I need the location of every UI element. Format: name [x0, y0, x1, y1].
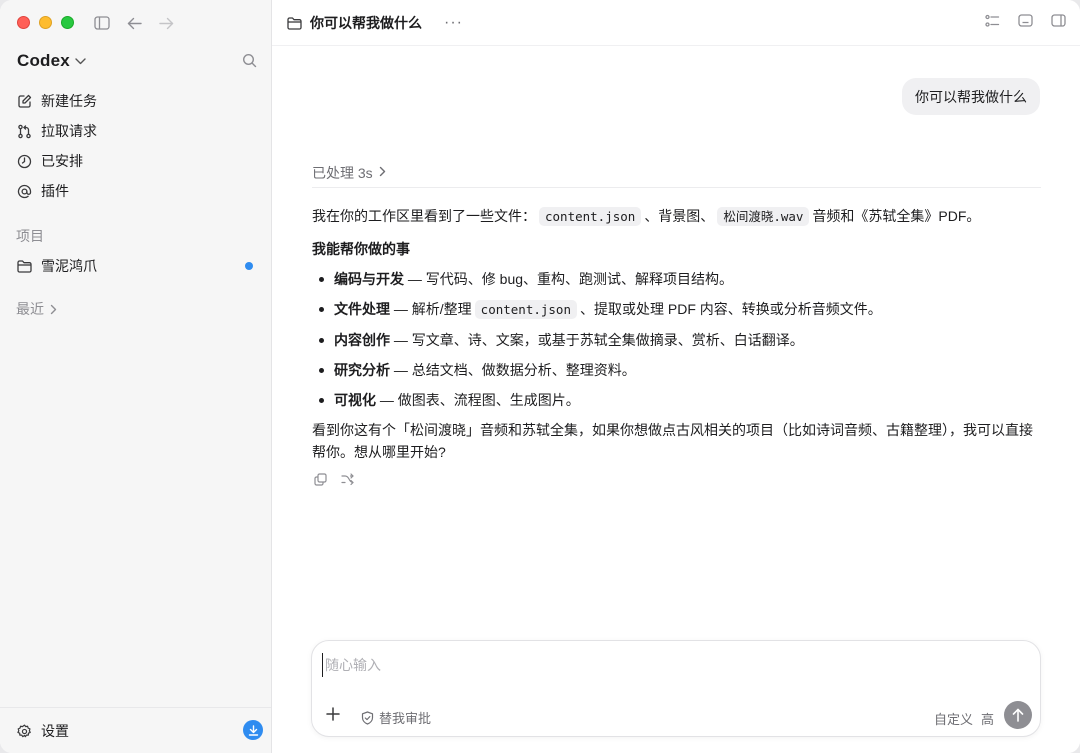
- close-window-button[interactable]: [17, 16, 30, 29]
- recent-section-toggle[interactable]: 最近: [16, 299, 57, 319]
- copy-icon[interactable]: [312, 471, 328, 487]
- settings-button[interactable]: 设置: [8, 716, 69, 746]
- sidebar-item-label: 插件: [41, 183, 69, 199]
- app-window: Codex 新建任务 拉取请求 已安排 插件 项目 雪泥鸿爪 最近 设置 你可以…: [0, 0, 1080, 753]
- main-panel: 你可以帮我做什么 ··· 你可以帮我做什么 已处理 3s 我在你的工作区里看到了…: [272, 0, 1080, 753]
- edit-icon: [16, 93, 32, 109]
- list-item-text: — 写代码、修 bug、重构、跑测试、解释项目结构。: [404, 271, 734, 287]
- processed-toggle[interactable]: 已处理 3s: [312, 163, 1041, 188]
- sidebar-item-label: 雪泥鸿爪: [41, 258, 97, 274]
- project-list: 雪泥鸿爪: [8, 251, 263, 281]
- header-actions: [985, 14, 1066, 28]
- sidebar-footer: 设置: [0, 707, 271, 753]
- inline-code: content.json: [539, 207, 642, 226]
- folder-icon: [16, 258, 32, 274]
- approval-label: 替我审批: [379, 711, 432, 726]
- chevron-right-icon: [50, 304, 57, 315]
- back-arrow-icon[interactable]: [125, 14, 143, 32]
- list-item-title: 研究分析: [334, 362, 390, 378]
- list-item-text: — 写文章、诗、文案，或基于苏轼全集做摘录、赏析、白话翻译。: [390, 332, 804, 348]
- assistant-message: 我在你的工作区里看到了一些文件： content.json 、背景图、 松间渡晓.wa…: [312, 205, 1042, 487]
- intro-text: 音频和《苏轼全集》PDF。: [812, 208, 981, 224]
- message-actions: [312, 471, 1042, 487]
- message-composer: 替我审批 自定义 高: [311, 640, 1041, 737]
- list-item: 编码与开发 — 写代码、修 bug、重构、跑测试、解释项目结构。: [312, 268, 1042, 290]
- arrow-up-icon: [1012, 708, 1024, 722]
- list-item: 可视化 — 做图表、流程图、生成图片。: [312, 389, 1042, 411]
- side-panel-icon[interactable]: [1051, 14, 1066, 28]
- user-message-bubble: 你可以帮我做什么: [902, 78, 1040, 115]
- sidebar-toggle-icon[interactable]: [93, 14, 111, 32]
- titlebar-toolbar: [93, 14, 175, 32]
- pull-request-icon: [16, 123, 32, 139]
- terminal-panel-icon[interactable]: [1018, 14, 1033, 28]
- sidebar-item-label: 新建任务: [41, 93, 97, 109]
- capability-list: 编码与开发 — 写代码、修 bug、重构、跑测试、解释项目结构。 文件处理 — …: [312, 268, 1042, 411]
- folder-icon: [287, 16, 302, 30]
- branch-icon[interactable]: [340, 471, 356, 487]
- inline-code: content.json: [474, 300, 577, 319]
- unread-dot: [245, 262, 253, 270]
- checklist-icon[interactable]: [985, 14, 1000, 28]
- settings-label: 设置: [41, 723, 69, 739]
- answer-heading: 我能帮你做的事: [312, 241, 410, 257]
- reasoning-level-button[interactable]: 高: [981, 709, 994, 728]
- list-item-title: 编码与开发: [334, 271, 404, 287]
- intro-text: 、背景图、: [644, 208, 715, 224]
- list-item-text: 、提取或处理 PDF 内容、转换或分析音频文件。: [579, 301, 882, 317]
- sidebar-item-plugins[interactable]: 插件: [8, 176, 263, 206]
- projects-section-label: 项目: [16, 228, 44, 244]
- thread-title-area: 你可以帮我做什么 ···: [287, 13, 463, 33]
- list-item: 文件处理 — 解析/整理 content.json 、提取或处理 PDF 内容、转换…: [312, 298, 1042, 321]
- minimize-window-button[interactable]: [39, 16, 52, 29]
- inline-code: 松间渡晓.wav: [717, 207, 810, 226]
- list-item: 研究分析 — 总结文档、做数据分析、整理资料。: [312, 359, 1042, 381]
- chevron-right-icon: [379, 163, 386, 177]
- answer-intro: 我在你的工作区里看到了一些文件： content.json 、背景图、 松间渡晓.wa…: [312, 205, 1042, 228]
- list-item: 内容创作 — 写文章、诗、文案，或基于苏轼全集做摘录、赏析、白话翻译。: [312, 329, 1042, 351]
- gear-icon: [16, 723, 32, 739]
- approval-mode-button[interactable]: 替我审批: [361, 708, 431, 727]
- message-input[interactable]: [322, 653, 922, 677]
- chevron-down-icon: [75, 57, 86, 65]
- list-item-title: 内容创作: [334, 332, 390, 348]
- processed-label: 已处理 3s: [312, 165, 373, 181]
- search-icon[interactable]: [242, 53, 257, 68]
- sidebar-item-pull-requests[interactable]: 拉取请求: [8, 116, 263, 146]
- recent-section-label: 最近: [16, 301, 44, 317]
- add-attachment-icon[interactable]: [326, 707, 340, 721]
- sidebar-project-item[interactable]: 雪泥鸿爪: [8, 251, 263, 281]
- thread-title: 你可以帮我做什么: [310, 15, 422, 31]
- window-controls: [17, 16, 74, 29]
- at-icon: [16, 183, 32, 199]
- sidebar: Codex 新建任务 拉取请求 已安排 插件 项目 雪泥鸿爪 最近 设置: [0, 0, 272, 753]
- list-item-text: — 做图表、流程图、生成图片。: [376, 392, 580, 408]
- sidebar-item-new-task[interactable]: 新建任务: [8, 86, 263, 116]
- workspace-switcher[interactable]: Codex: [17, 51, 86, 71]
- sidebar-item-label: 已安排: [41, 153, 83, 169]
- model-settings: 自定义 高: [934, 709, 994, 728]
- answer-closing: 看到你这有个「松间渡晓」音频和苏轼全集，如果你想做点古风相关的项目（比如诗词音频…: [312, 422, 1033, 460]
- custom-mode-button[interactable]: 自定义: [934, 709, 973, 728]
- list-item-title: 可视化: [334, 392, 376, 408]
- sidebar-nav: 新建任务 拉取请求 已安排 插件: [8, 86, 263, 206]
- sidebar-item-label: 拉取请求: [41, 123, 97, 139]
- clock-icon: [16, 153, 32, 169]
- more-options-button[interactable]: ···: [444, 14, 463, 32]
- app-name: Codex: [17, 51, 70, 70]
- shield-icon: [361, 710, 374, 725]
- download-update-icon[interactable]: [243, 720, 263, 740]
- sidebar-item-scheduled[interactable]: 已安排: [8, 146, 263, 176]
- zoom-window-button[interactable]: [61, 16, 74, 29]
- list-item-text: — 解析/整理: [390, 301, 472, 317]
- send-button[interactable]: [1004, 701, 1032, 729]
- forward-arrow-icon[interactable]: [157, 14, 175, 32]
- list-item-title: 文件处理: [334, 301, 390, 317]
- thread-header: 你可以帮我做什么 ···: [272, 0, 1080, 46]
- intro-text: 我在你的工作区里看到了一些文件：: [312, 208, 536, 224]
- list-item-text: — 总结文档、做数据分析、整理资料。: [390, 362, 636, 378]
